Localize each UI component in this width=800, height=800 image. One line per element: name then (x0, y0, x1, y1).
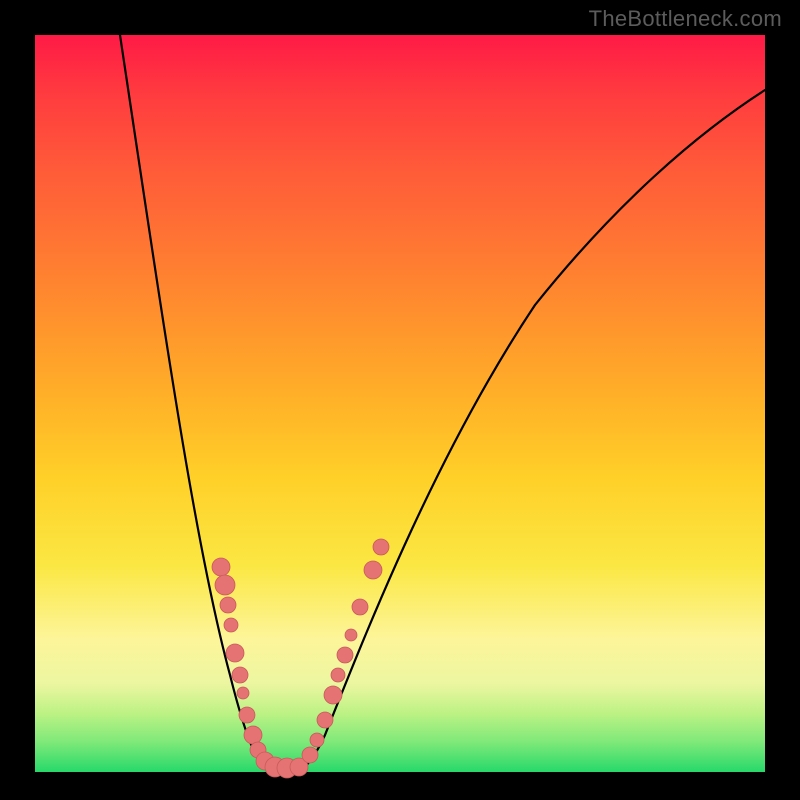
marker-dot (364, 561, 382, 579)
bottleneck-curve (120, 35, 765, 772)
marker-dot (352, 599, 368, 615)
marker-dot (302, 747, 318, 763)
chart-frame: TheBottleneck.com (0, 0, 800, 800)
marker-dot (317, 712, 333, 728)
chart-svg (35, 35, 765, 772)
marker-dot (212, 558, 230, 576)
marker-dot (244, 726, 262, 744)
marker-dot (226, 644, 244, 662)
marker-dot (237, 687, 249, 699)
marker-dot (345, 629, 357, 641)
marker-dot (337, 647, 353, 663)
marker-dot (224, 618, 238, 632)
marker-dot (239, 707, 255, 723)
marker-dot (310, 733, 324, 747)
marker-dot (373, 539, 389, 555)
marker-dot (324, 686, 342, 704)
marker-dot (215, 575, 235, 595)
marker-dot (232, 667, 248, 683)
marker-dot (331, 668, 345, 682)
marker-dot-group (212, 539, 389, 778)
watermark-text: TheBottleneck.com (589, 6, 782, 32)
plot-area (35, 35, 765, 772)
marker-dot (220, 597, 236, 613)
